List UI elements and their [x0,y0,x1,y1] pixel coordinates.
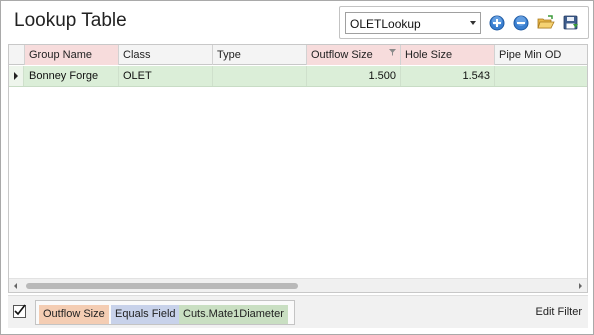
remove-icon [513,15,529,31]
filter-panel: Outflow Size Equals Field Cuts.Mate1Diam… [8,295,588,328]
page-title: Lookup Table [14,10,127,31]
current-row-arrow-icon [14,72,18,80]
filter-expression[interactable]: Outflow Size Equals Field Cuts.Mate1Diam… [35,300,295,325]
lookup-select[interactable]: OLETLookup [345,12,481,34]
filter-operator-chip[interactable]: Equals Field [111,305,180,324]
cell-hole-size[interactable]: 1.543 [401,66,495,86]
cell-outflow-size[interactable]: 1.500 [307,66,401,86]
open-button[interactable] [537,14,555,32]
column-header-outflow-size-label: Outflow Size [311,49,373,61]
column-header-class[interactable]: Class [119,45,213,65]
column-header-outflow-size[interactable]: Outflow Size [307,45,401,65]
open-folder-icon [537,15,555,29]
edit-filter-button[interactable]: Edit Filter [536,306,582,318]
scroll-left-icon[interactable] [14,283,17,289]
column-header-hole-size[interactable]: Hole Size [401,45,495,65]
horizontal-scrollbar[interactable] [9,278,587,292]
save-button[interactable] [562,14,580,32]
lookup-select-value: OLETLookup [350,17,421,31]
checkmark-icon [14,304,26,316]
column-header-pipe-min-od[interactable]: Pipe Min OD [495,45,587,65]
row-indicator-header [9,45,25,65]
lookup-grid: Group Name Class Type Outflow Size Hole … [8,44,588,293]
cell-pipe-min-od[interactable] [495,66,587,86]
save-icon [563,15,578,30]
cell-group-name[interactable]: Bonney Forge [25,66,119,86]
remove-button[interactable] [512,14,530,32]
grid-header: Group Name Class Type Outflow Size Hole … [9,45,587,65]
scroll-right-icon[interactable] [579,283,582,289]
filter-enabled-checkbox[interactable] [13,304,26,318]
toolbar: OLETLookup [339,6,589,39]
filter-value-chip[interactable]: Cuts.Mate1Diameter [179,305,288,324]
chevron-down-icon[interactable] [470,21,476,25]
scrollbar-thumb[interactable] [26,283,298,289]
column-header-type[interactable]: Type [213,45,307,65]
add-button[interactable] [488,14,506,32]
filter-field-chip[interactable]: Outflow Size [39,305,109,324]
column-header-group-name[interactable]: Group Name [25,45,119,65]
filter-icon[interactable] [389,49,396,56]
cell-type[interactable] [213,66,307,86]
table-row[interactable]: Bonney Forge OLET 1.500 1.543 [9,66,587,87]
row-indicator [9,66,24,86]
add-icon [489,15,505,31]
lookup-table-panel: Lookup Table OLETLookup Group Name Class… [0,0,594,335]
cell-class[interactable]: OLET [119,66,213,86]
